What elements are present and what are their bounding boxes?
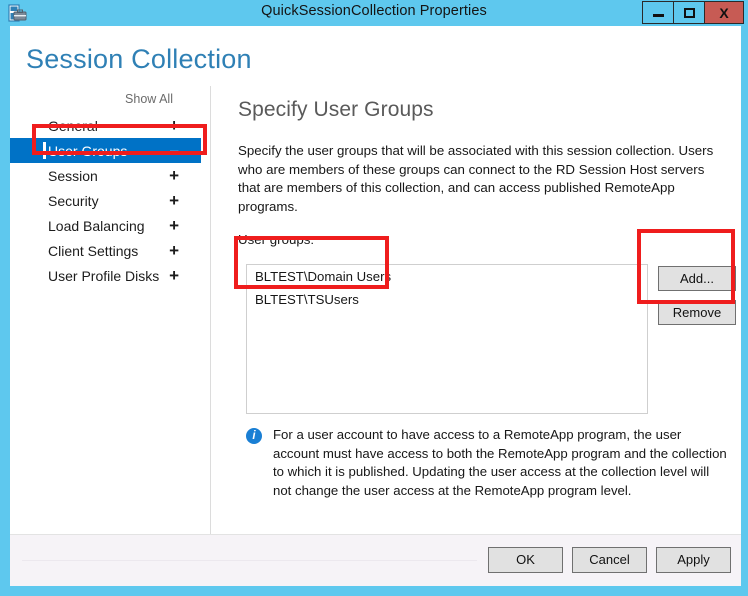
footer-buttons: OK Cancel Apply [479,547,731,573]
sidebar-divider [210,86,211,541]
sidebar-item-general[interactable]: General + [10,113,201,138]
sidebar-nav: General + User Groups – Session + Securi… [10,113,201,288]
show-all-link[interactable]: Show All [125,92,173,106]
info-note: i For a user account to have access to a… [246,426,730,500]
minimize-button[interactable] [642,1,674,24]
sidebar-item-security[interactable]: Security + [10,188,201,213]
sidebar-item-session[interactable]: Session + [10,163,201,188]
sidebar: Show All General + User Groups – Session… [10,86,201,541]
sidebar-item-user-profile-disks[interactable]: User Profile Disks + [10,263,201,288]
sidebar-item-label: User Groups [48,142,128,159]
sidebar-item-label: Security [48,192,99,209]
expand-plus-icon: + [169,166,179,185]
add-button[interactable]: Add... [658,266,736,291]
sidebar-item-label: Session [48,167,98,184]
title-bar: QuickSessionCollection Properties X [0,0,748,26]
dialog-footer: OK Cancel Apply [10,535,741,586]
footer-rule [22,560,477,561]
ok-button[interactable]: OK [488,547,563,573]
main-panel: Specify User Groups Specify the user gro… [238,98,728,247]
user-groups-label: User groups: [238,232,315,247]
sidebar-item-label: General [48,117,98,134]
dialog-body: Session Collection Show All General + Us… [10,26,741,586]
info-icon: i [246,428,262,444]
section-description: Specify the user groups that will be ass… [238,143,714,214]
expand-plus-icon: + [169,241,179,260]
sidebar-item-load-balancing[interactable]: Load Balancing + [10,213,201,238]
section-title: Specify User Groups [238,98,434,121]
sidebar-item-client-settings[interactable]: Client Settings + [10,238,201,263]
close-button[interactable]: X [704,1,744,24]
collapse-minus-icon: – [169,141,179,160]
listbox-actions: Add... Remove [658,266,738,325]
user-groups-listbox[interactable]: BLTEST\Domain Users BLTEST\TSUsers [246,264,648,414]
maximize-icon [683,7,695,18]
list-item[interactable]: BLTEST\TSUsers [247,288,647,311]
expand-plus-icon: + [169,116,179,135]
sidebar-item-user-groups[interactable]: User Groups – [10,138,201,163]
properties-dialog: QuickSessionCollection Properties X Sess… [0,0,748,596]
apply-button[interactable]: Apply [656,547,731,573]
expand-plus-icon: + [169,191,179,210]
window-title: QuickSessionCollection Properties [261,3,487,19]
cancel-button[interactable]: Cancel [572,547,647,573]
sidebar-item-label: Client Settings [48,242,139,259]
sidebar-item-label: Load Balancing [48,217,145,234]
sidebar-item-label: User Profile Disks [48,267,160,284]
page-title: Session Collection [26,44,252,74]
list-item[interactable]: BLTEST\Domain Users [247,265,647,288]
minimize-icon [652,13,664,17]
maximize-button[interactable] [673,1,705,24]
expand-plus-icon: + [169,266,179,285]
info-note-text: For a user account to have access to a R… [273,427,727,498]
window-controls: X [642,1,744,24]
remove-button[interactable]: Remove [658,300,736,325]
expand-plus-icon: + [169,216,179,235]
